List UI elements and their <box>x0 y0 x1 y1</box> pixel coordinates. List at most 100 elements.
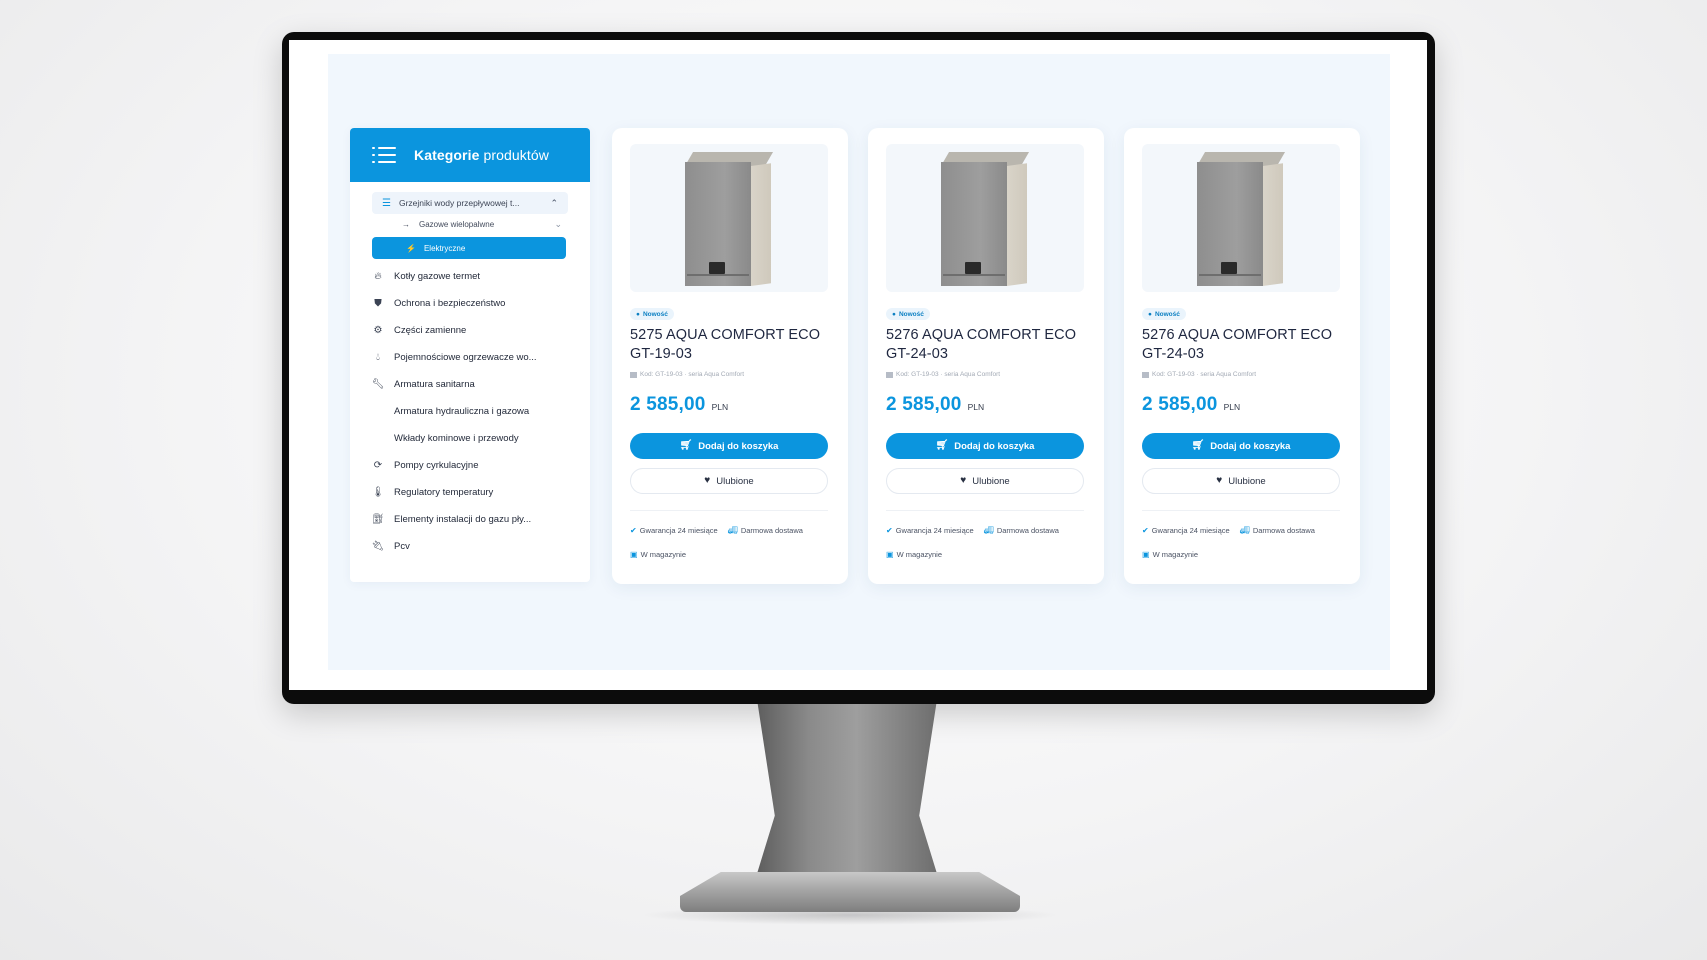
water-heater-image <box>684 152 774 286</box>
barcode-icon <box>886 371 893 378</box>
heart-icon: ♥ <box>1216 475 1223 486</box>
category-item-armatura-sanitarna[interactable]: 🔧︎ Armatura sanitarna <box>372 371 568 398</box>
category-item-wklady[interactable]: Wkłady kominowe i przewody <box>372 425 568 452</box>
stock-status: ▣ W magazynie <box>886 550 942 559</box>
water-heater-image <box>1196 152 1286 286</box>
add-to-cart-button[interactable]: 🛒︎ Dodaj do koszyka <box>886 433 1084 459</box>
product-card[interactable]: ● Nowość 5276 AQUA COMFORT ECO GT-24-03 K… <box>868 128 1104 584</box>
arrow-right-icon: → <box>402 219 410 229</box>
stock-status: ▣ W magazynie <box>630 550 686 559</box>
box-icon: ▣ <box>630 550 638 559</box>
heart-icon: ♥ <box>960 475 967 486</box>
add-to-cart-button[interactable]: 🛒︎ Dodaj do koszyka <box>1142 433 1340 459</box>
favorite-button[interactable]: ♥ Ulubione <box>630 468 828 494</box>
box-icon: ▣ <box>886 550 894 559</box>
monitor-stand-neck <box>752 704 942 890</box>
water-heater-image <box>940 152 1030 286</box>
subcategory-label: Gazowe wielopalwne <box>419 219 495 229</box>
check-circle-icon: ✔ <box>1142 526 1149 535</box>
category-label: Pompy cyrkulacyjne <box>394 460 479 471</box>
chevron-up-icon[interactable]: ⌃ <box>550 198 558 209</box>
category-item-kotly[interactable]: 🔥︎ Kotły gazowe termet <box>372 263 568 290</box>
cart-icon: 🛒︎ <box>935 440 949 451</box>
product-image[interactable] <box>886 144 1084 292</box>
category-item-pcv[interactable]: 🔌︎ Pcv <box>372 533 568 560</box>
chevron-down-icon[interactable]: ⌄ <box>554 219 562 230</box>
blank-icon <box>372 433 384 445</box>
tag-icon: ● <box>1148 310 1152 318</box>
category-label: Części zamienne <box>394 325 467 336</box>
barcode-icon <box>630 371 637 378</box>
new-badge: ● Nowość <box>1142 308 1186 320</box>
stock-status: ▣ W magazynie <box>1142 550 1198 559</box>
box-icon: ▣ <box>1142 550 1150 559</box>
check-circle-icon: ✔ <box>630 526 637 535</box>
shield-icon: ⛊ <box>374 298 382 309</box>
monitor-stand-base <box>680 872 1020 912</box>
shop-page: Kategorie produktów ☰ Grzejniki wody prz… <box>328 54 1390 670</box>
product-title[interactable]: 5275 AQUA COMFORT ECO GT-19-03 <box>630 326 830 364</box>
favorite-button[interactable]: ♥ Ulubione <box>886 468 1084 494</box>
category-item-regulatory[interactable]: 🌡︎ Regulatory temperatury <box>372 479 568 506</box>
product-card[interactable]: ● Nowość 5276 AQUA COMFORT ECO GT-24-03 K… <box>1124 128 1360 584</box>
flame-icon: 🔥︎ <box>374 271 382 282</box>
heart-icon: ♥ <box>704 475 711 486</box>
gears-icon: ⚙ <box>373 325 383 336</box>
subcategory-label: Elektryczne <box>423 243 466 253</box>
new-badge: ● Nowość <box>630 308 674 320</box>
monitor-screen: Kategorie produktów ☰ Grzejniki wody prz… <box>289 40 1427 690</box>
divider <box>1142 510 1340 511</box>
tag-icon: ● <box>636 310 640 318</box>
truck-icon: 🚚︎ <box>983 526 994 535</box>
new-badge: ● Nowość <box>886 308 930 320</box>
category-item-pompy[interactable]: ⟳ Pompy cyrkulacyjne <box>372 452 568 479</box>
heater-lines-icon: ☰ <box>382 197 391 209</box>
product-meta: ✔ Gwarancja 24 miesiące 🚚︎ Darmowa dostawa <box>630 526 803 535</box>
category-list: ☰ Grzejniki wody przepływowej t... ⌃ → G… <box>350 182 590 560</box>
category-label: Pojemnościowe ogrzewacze wo... <box>394 352 537 363</box>
droplet-icon: 💧︎ <box>376 352 380 363</box>
product-title[interactable]: 5276 AQUA COMFORT ECO GT-24-03 <box>1142 326 1342 364</box>
category-label: Ochrona i bezpieczeństwo <box>394 298 506 309</box>
category-label: Armatura hydrauliczna i gazowa <box>394 406 530 417</box>
category-label: Kotły gazowe termet <box>394 271 481 282</box>
category-label: Elementy instalacji do gazu pły... <box>394 514 532 525</box>
product-title[interactable]: 5276 AQUA COMFORT ECO GT-24-03 <box>886 326 1086 364</box>
product-image[interactable] <box>630 144 828 292</box>
product-sku: Kod: GT-19-03 · seria Aqua Comfort <box>630 371 744 378</box>
category-item-czesci[interactable]: ⚙ Części zamienne <box>372 317 568 344</box>
gas-pump-icon: ⛽︎ <box>371 514 385 525</box>
category-item-elementy-gaz[interactable]: ⛽︎ Elementy instalacji do gazu pły... <box>372 506 568 533</box>
category-label: Regulatory temperatury <box>394 487 494 498</box>
truck-icon: 🚚︎ <box>727 526 738 535</box>
sidebar-title: Kategorie produktów <box>414 147 549 163</box>
product-price: 2 585,00 PLN <box>630 394 729 415</box>
cart-icon: 🛒︎ <box>1191 440 1205 451</box>
cart-icon: 🛒︎ <box>679 440 693 451</box>
product-price: 2 585,00 PLN <box>886 394 985 415</box>
category-item-pojemnosciowe[interactable]: 💧︎ Pojemnościowe ogrzewacze wo... <box>372 344 568 371</box>
category-item-grzejniki[interactable]: ☰ Grzejniki wody przepływowej t... ⌃ <box>372 192 568 214</box>
bolt-icon: ⚡ <box>406 243 416 253</box>
add-to-cart-button[interactable]: 🛒︎ Dodaj do koszyka <box>630 433 828 459</box>
favorite-button[interactable]: ♥ Ulubione <box>1142 468 1340 494</box>
wrench-icon: 🔧︎ <box>371 379 385 390</box>
product-sku: Kod: GT-19-03 · seria Aqua Comfort <box>1142 371 1256 378</box>
category-label: Grzejniki wody przepływowej t... <box>398 198 520 208</box>
category-item-armatura-hydrauliczna[interactable]: Armatura hydrauliczna i gazowa <box>372 398 568 425</box>
subcategory-item-elektryczne[interactable]: ⚡ Elektryczne <box>372 237 566 259</box>
sidebar-header[interactable]: Kategorie produktów <box>350 128 590 182</box>
product-image[interactable] <box>1142 144 1340 292</box>
product-meta: ✔ Gwarancja 24 miesiące 🚚︎ Darmowa dostawa <box>1142 526 1315 535</box>
tag-icon: ● <box>892 310 896 318</box>
subcategory-item-gazowe[interactable]: → Gazowe wielopalwne ⌄ <box>402 214 568 234</box>
blank-icon <box>372 406 384 418</box>
divider <box>630 510 828 511</box>
product-card[interactable]: ● Nowość 5275 AQUA COMFORT ECO GT-19-03 K… <box>612 128 848 584</box>
category-item-ochrona[interactable]: ⛊ Ochrona i bezpieczeństwo <box>372 290 568 317</box>
category-sidebar: Kategorie produktów ☰ Grzejniki wody prz… <box>350 128 590 582</box>
category-label: Pcv <box>394 541 410 552</box>
plug-icon: 🔌︎ <box>371 541 385 552</box>
product-sku: Kod: GT-19-03 · seria Aqua Comfort <box>886 371 1000 378</box>
category-label: Armatura sanitarna <box>394 379 475 390</box>
